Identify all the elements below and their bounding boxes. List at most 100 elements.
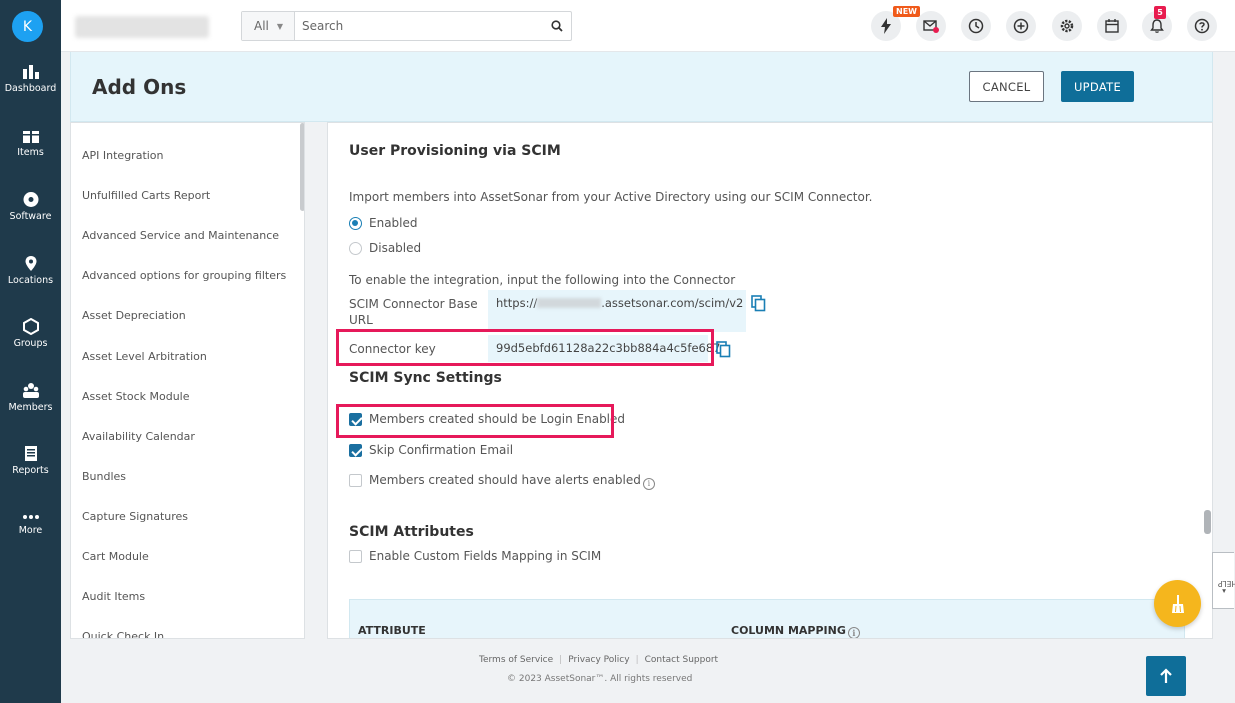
custom-mapping-checkbox[interactable] <box>349 550 362 563</box>
gear-icon <box>1060 19 1074 33</box>
bell-icon <box>1150 19 1164 33</box>
footer-copyright: © 2023 AssetSonar™. All rights reserved <box>507 674 693 684</box>
connector-hint: To enable the integration, input the fol… <box>349 273 736 287</box>
groups-icon <box>22 318 39 335</box>
location-pin-icon <box>25 256 36 271</box>
scim-attributes-title: SCIM Attributes <box>349 524 474 540</box>
more-dots-icon <box>22 515 39 519</box>
col-attribute: ATTRIBUTE <box>358 624 426 637</box>
help-tab[interactable]: HELP ◂ <box>1212 552 1235 609</box>
skip-confirmation-label: Skip Confirmation Email <box>369 443 514 457</box>
skip-confirmation-checkbox[interactable] <box>349 444 362 457</box>
custom-mapping-label: Enable Custom Fields Mapping in SCIM <box>369 549 602 563</box>
notification-count-badge: 5 <box>1154 6 1166 19</box>
copy-connector-key-button[interactable] <box>716 341 731 362</box>
addon-item[interactable]: Availability Calendar <box>82 430 195 443</box>
dashboard-icon <box>22 65 39 79</box>
addon-item[interactable]: Capture Signatures <box>82 510 188 523</box>
new-badge: NEW <box>893 6 920 17</box>
nav-items[interactable]: Items <box>0 127 61 158</box>
clock-icon <box>968 18 984 34</box>
addons-list: API Integration Unfulfilled Carts Report… <box>70 122 305 639</box>
nav-software[interactable]: Software <box>0 191 61 222</box>
addon-item[interactable]: Audit Items <box>82 590 145 603</box>
items-icon <box>22 128 39 143</box>
page-scrollbar[interactable] <box>1204 510 1211 534</box>
page-header: Add Ons CANCEL UPDATE <box>70 52 1213 122</box>
col-mapping: COLUMN MAPPING i <box>731 624 860 638</box>
nav-reports[interactable]: Reports <box>0 445 61 476</box>
plus-circle-icon <box>1013 18 1029 34</box>
scim-section-title: User Provisioning via SCIM <box>349 143 561 159</box>
scim-settings-panel: User Provisioning via SCIM Import member… <box>327 122 1213 639</box>
connector-key-highlight <box>336 329 714 366</box>
list-scrollbar[interactable] <box>300 123 304 211</box>
terms-link[interactable]: Terms of Service <box>479 655 553 665</box>
help-button[interactable] <box>1187 11 1217 41</box>
members-icon <box>22 383 39 398</box>
addon-item[interactable]: Unfulfilled Carts Report <box>82 189 210 202</box>
company-logo[interactable] <box>75 16 209 38</box>
left-nav: K Dashboard Items Software Locations Gro… <box>0 0 61 703</box>
scroll-to-top-button[interactable] <box>1146 656 1186 696</box>
addon-item[interactable]: Advanced options for grouping filters <box>82 269 286 282</box>
sync-settings-title: SCIM Sync Settings <box>349 370 502 386</box>
base-url-label: SCIM Connector Base <box>349 297 478 311</box>
software-icon <box>23 192 38 207</box>
settings-button[interactable] <box>1052 11 1082 41</box>
copy-icon <box>716 341 731 358</box>
addon-item[interactable]: Asset Stock Module <box>82 390 190 403</box>
user-avatar[interactable]: K <box>12 11 43 42</box>
addon-item[interactable]: Cart Module <box>82 550 149 563</box>
addon-item[interactable]: Bundles <box>82 470 126 483</box>
addon-item[interactable]: Asset Depreciation <box>82 309 186 322</box>
search-icon <box>551 20 563 32</box>
scim-description: Import members into AssetSonar from your… <box>349 190 873 204</box>
reports-icon <box>24 446 37 461</box>
redacted-subdomain <box>537 298 602 308</box>
broom-icon <box>1171 594 1184 613</box>
calendar-icon <box>1105 19 1119 33</box>
calendar-button[interactable] <box>1097 11 1127 41</box>
search-input[interactable] <box>295 12 543 40</box>
addon-item[interactable]: Advanced Service and Maintenance <box>82 229 279 242</box>
search-scope-select[interactable]: All ▼ <box>242 12 295 40</box>
nav-members[interactable]: Members <box>0 382 61 413</box>
history-button[interactable] <box>961 11 991 41</box>
cancel-button[interactable]: CANCEL <box>969 71 1044 102</box>
nav-dashboard[interactable]: Dashboard <box>0 63 61 94</box>
question-icon <box>1194 18 1210 34</box>
caret-down-icon: ▼ <box>276 21 284 31</box>
nav-groups[interactable]: Groups <box>0 318 61 349</box>
arrow-up-icon <box>1160 668 1172 683</box>
info-icon[interactable]: i <box>642 478 655 490</box>
search-button[interactable] <box>543 12 571 40</box>
disabled-label: Disabled <box>369 241 422 255</box>
copy-icon <box>751 295 766 312</box>
disabled-radio[interactable] <box>349 242 362 255</box>
base-url-label-line2: URL <box>349 313 373 327</box>
addon-item[interactable]: API Integration <box>82 149 164 162</box>
nav-locations[interactable]: Locations <box>0 255 61 286</box>
search-box: All ▼ <box>241 11 572 41</box>
clean-up-fab[interactable] <box>1154 580 1201 627</box>
enabled-label: Enabled <box>369 216 418 230</box>
page-title: Add Ons <box>92 75 187 99</box>
update-button[interactable]: UPDATE <box>1061 71 1134 102</box>
add-new-button[interactable] <box>1006 11 1036 41</box>
enabled-radio[interactable] <box>349 217 362 230</box>
attributes-table-header: ATTRIBUTE COLUMN MAPPING i <box>349 599 1185 638</box>
alerts-enabled-checkbox[interactable] <box>349 474 362 487</box>
copy-base-url-button[interactable] <box>751 295 766 316</box>
mail-icon <box>923 20 939 33</box>
addon-item[interactable]: Quick Check In <box>82 630 164 638</box>
login-enabled-highlight <box>336 404 614 438</box>
info-icon[interactable]: i <box>847 627 860 638</box>
addon-item[interactable]: Asset Level Arbitration <box>82 350 207 363</box>
nav-more[interactable]: More <box>0 512 61 536</box>
top-bar: All▼ NEW 5 <box>61 0 1235 52</box>
privacy-link[interactable]: Privacy Policy <box>568 655 629 665</box>
contact-link[interactable]: Contact Support <box>645 655 718 665</box>
alerts-enabled-label: Members created should have alerts enabl… <box>369 473 655 490</box>
messages-button[interactable] <box>916 11 946 41</box>
